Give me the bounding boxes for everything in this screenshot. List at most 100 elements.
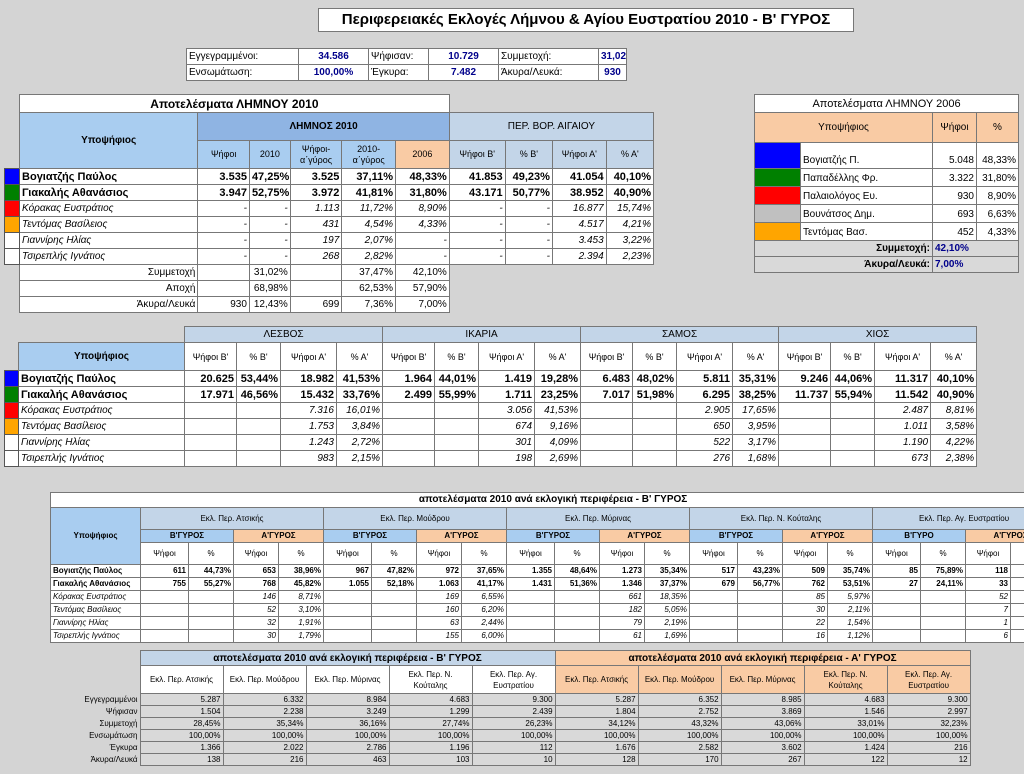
- table-cell: 972: [416, 564, 462, 578]
- table-cell: [323, 603, 372, 617]
- column-header: Εκλ. Περ. Μύρινας: [305, 665, 390, 694]
- empty-cell: [5, 95, 20, 113]
- table-cell: [188, 603, 234, 617]
- table-cell: [323, 616, 372, 630]
- column-header: Ψήφοι Β': [184, 342, 237, 371]
- table-cell: 8.984: [305, 693, 390, 706]
- island-header: ΧΙΟΣ: [778, 326, 978, 343]
- column-header: Εκλ. Περ. Αγ. Ευστρατίου: [471, 665, 556, 694]
- table-cell: [689, 603, 738, 617]
- table-cell: 3.056: [478, 402, 536, 419]
- table-cell: [920, 629, 966, 643]
- table-cell: [506, 629, 555, 643]
- candidate-name: Κόρακας Ευστράτιος: [50, 590, 141, 604]
- table-cell: 768: [233, 577, 279, 591]
- table-cell: 5.811: [676, 370, 734, 387]
- table-cell: 4,22%: [930, 434, 978, 451]
- table-cell: [920, 616, 966, 630]
- table-cell: [371, 616, 417, 630]
- table-cell: 44,01%: [434, 370, 480, 387]
- table-cell: 44,06%: [830, 370, 876, 387]
- regions-results: αποτελέσματα 2010 ανά εκλογική περιφέρει…: [49, 492, 1024, 643]
- column-header: Ψήφοι: [416, 542, 462, 565]
- table-cell: 2,82%: [341, 248, 397, 265]
- summary-value: 100,00%: [298, 64, 369, 81]
- candidate-name: Τεντόμας Βασίλειος: [19, 216, 199, 233]
- empty-cell: [5, 113, 20, 141]
- table-cell: 40,10%: [930, 370, 978, 387]
- table-cell: [580, 434, 634, 451]
- table-cell: 122: [803, 753, 888, 766]
- candidate-name: Τεντόμας Βασ.: [800, 222, 933, 241]
- table-cell: 3.249: [305, 705, 390, 718]
- table-cell: 55,27%: [188, 577, 234, 591]
- footer-value: 62,53%: [341, 280, 397, 297]
- table-cell: 52: [965, 590, 1011, 604]
- table-cell: 53,51%: [827, 577, 873, 591]
- column-header: Ψήφοι Β': [778, 342, 832, 371]
- column-header: Ψήφοι: [782, 542, 828, 565]
- column-header: %: [975, 112, 1020, 143]
- summary-value: 10.729: [428, 48, 499, 65]
- table-cell: 3.453: [551, 232, 607, 249]
- candidate-color-swatch: [754, 222, 801, 241]
- table-cell: 2,78%: [1009, 629, 1024, 643]
- table-cell: -: [197, 232, 250, 249]
- table-cell: 267: [720, 753, 805, 766]
- candidate-name: Τεντόμας Βασίλειος: [50, 603, 141, 617]
- table-cell: 7: [965, 603, 1011, 617]
- column-header: Ψήφοι: [965, 542, 1011, 565]
- candidate-color-swatch: [3, 216, 21, 233]
- candidate-name: Βογιατζής Παύλος: [50, 564, 141, 578]
- table-cell: 3.602: [720, 741, 805, 754]
- empty-cell: [5, 297, 20, 313]
- table-cell: 41,53%: [534, 402, 582, 419]
- candidate-color-swatch: [3, 200, 21, 217]
- table-cell: 2.905: [676, 402, 734, 419]
- table-cell: 693: [932, 204, 977, 223]
- table-cell: [830, 450, 876, 467]
- table-cell: 463: [305, 753, 390, 766]
- table-cell: 54,63%: [1009, 564, 1024, 578]
- round-header: Β'ΓΥΡΟ: [872, 529, 966, 543]
- table-cell: -: [504, 216, 553, 233]
- table-cell: 49,23%: [504, 168, 553, 185]
- summary-value: 7.482: [428, 64, 499, 81]
- column-group-header: ΠΕΡ. ΒΟΡ. ΑΙΓΑΙΟΥ: [448, 112, 655, 141]
- table-cell: 1,91%: [278, 616, 324, 630]
- candidate-color-swatch: [4, 370, 19, 387]
- table-cell: 52: [233, 603, 279, 617]
- region-header: Εκλ. Περ. Αγ. Ευστρατίου: [871, 507, 1024, 530]
- table-cell: [434, 418, 480, 435]
- table-cell: 2.394: [551, 248, 607, 265]
- round-header: Α'ΓΥΡΟΣ: [964, 529, 1024, 543]
- candidate-color-swatch: [3, 232, 21, 249]
- table-cell: 32,23%: [886, 717, 971, 730]
- table-cell: 46,56%: [236, 386, 281, 403]
- table-cell: 47,82%: [371, 564, 417, 578]
- footer-value: 37,47%: [341, 264, 397, 281]
- table-cell: 509: [782, 564, 828, 578]
- region-header: Εκλ. Περ. Ατσικής: [140, 507, 324, 530]
- candidate-color-swatch: [754, 204, 801, 223]
- table-cell: 30: [782, 603, 828, 617]
- footer-value: 31,02%: [248, 264, 291, 281]
- column-header: Ψήφοι: [872, 542, 921, 565]
- table-cell: [236, 402, 281, 419]
- table-cell: 2.582: [637, 741, 722, 754]
- table-cell: 8,90%: [395, 200, 450, 217]
- empty-cell: [449, 265, 653, 281]
- table-cell: [872, 603, 921, 617]
- table-cell: 103: [388, 753, 473, 766]
- table-cell: [580, 418, 634, 435]
- table-cell: [778, 418, 832, 435]
- table-cell: [872, 590, 921, 604]
- table-cell: [689, 629, 738, 643]
- table-cell: 1.196: [388, 741, 473, 754]
- column-header: Ψήφοι: [323, 542, 372, 565]
- table-cell: -: [448, 216, 506, 233]
- table-cell: 138: [139, 753, 224, 766]
- table-cell: -: [504, 248, 553, 265]
- table-cell: -: [448, 232, 506, 249]
- column-header: % Β': [632, 342, 678, 371]
